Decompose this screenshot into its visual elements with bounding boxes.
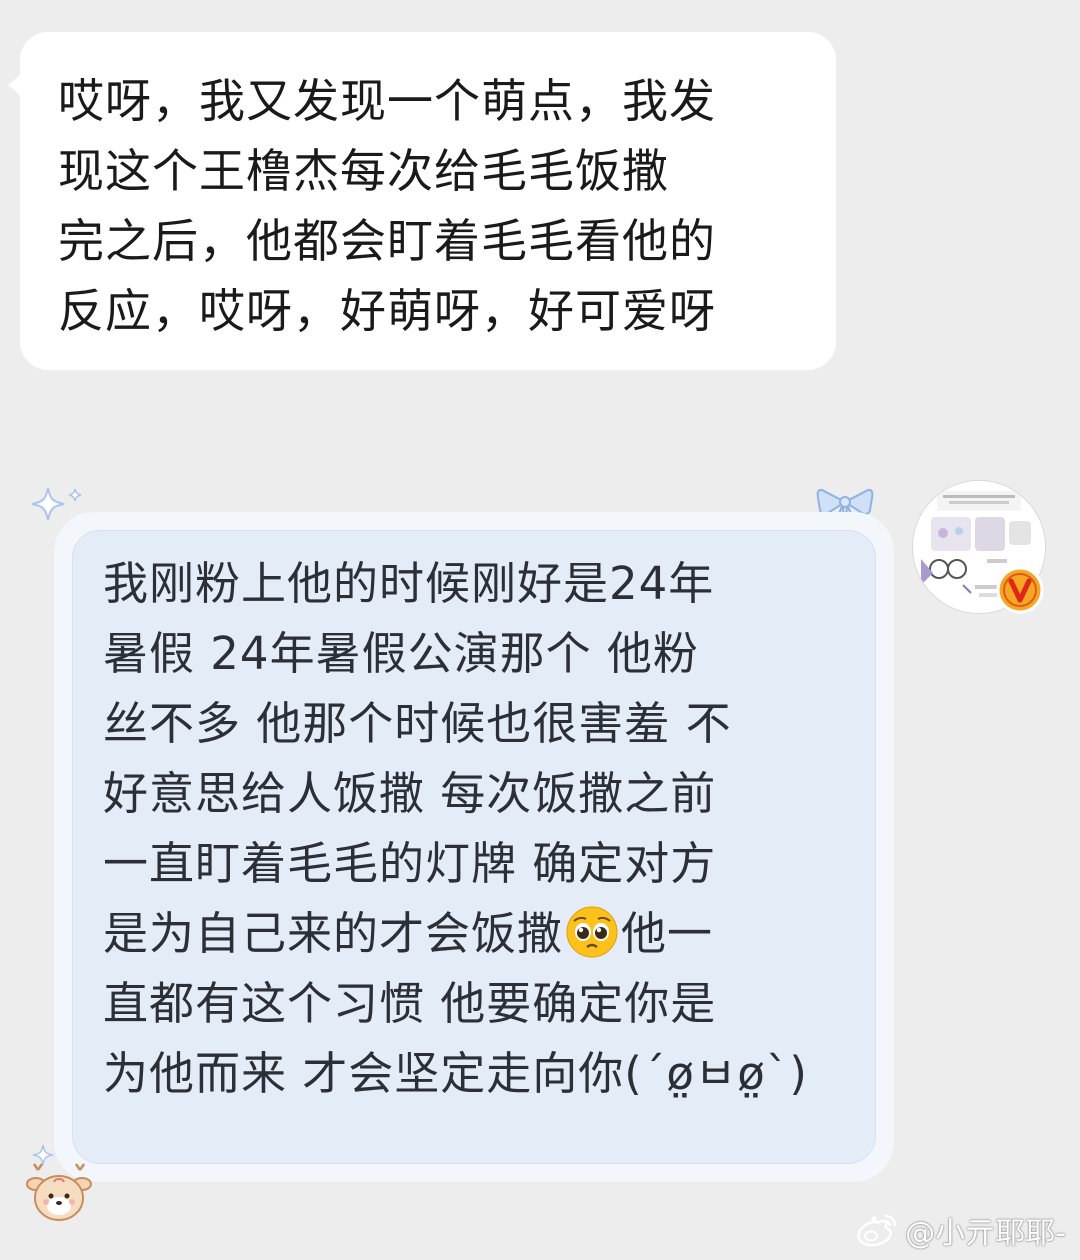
sparkle-small-icon bbox=[68, 488, 82, 502]
weibo-icon bbox=[857, 1214, 897, 1247]
sent-message-bubble[interactable]: 我刚粉上他的时候刚好是24年 暑假 24年暑假公演那个 他粉 丝不多 他那个时候… bbox=[72, 530, 876, 1164]
watermark-text: @小亓耶耶- bbox=[905, 1216, 1066, 1251]
received-message-bubble[interactable]: 哎呀，我又发现一个萌点，我发 现这个王橹杰每次给毛毛饭撒 完之后，他都会盯着毛毛… bbox=[8, 32, 836, 370]
verified-v-badge-icon bbox=[996, 566, 1044, 614]
received-message-text: 哎呀，我又发现一个萌点，我发 现这个王橹杰每次给毛毛饭撒 完之后，他都会盯着毛毛… bbox=[58, 74, 716, 338]
sent-message-text: 我刚粉上他的时候刚好是24年 暑假 24年暑假公演那个 他粉 丝不多 他那个时候… bbox=[103, 549, 855, 1109]
deer-sticker-icon bbox=[26, 1163, 92, 1221]
pleading-face-emoji-icon bbox=[566, 906, 618, 958]
weibo-watermark: @小亓耶耶- bbox=[855, 1210, 1066, 1251]
sent-message-bubble-frame: 我刚粉上他的时候刚好是24年 暑假 24年暑假公演那个 他粉 丝不多 他那个时候… bbox=[54, 512, 894, 1182]
sent-message-text-part1: 我刚粉上他的时候刚好是24年 暑假 24年暑假公演那个 他粉 丝不多 他那个时候… bbox=[103, 557, 732, 960]
sparkle-icon bbox=[31, 487, 65, 521]
